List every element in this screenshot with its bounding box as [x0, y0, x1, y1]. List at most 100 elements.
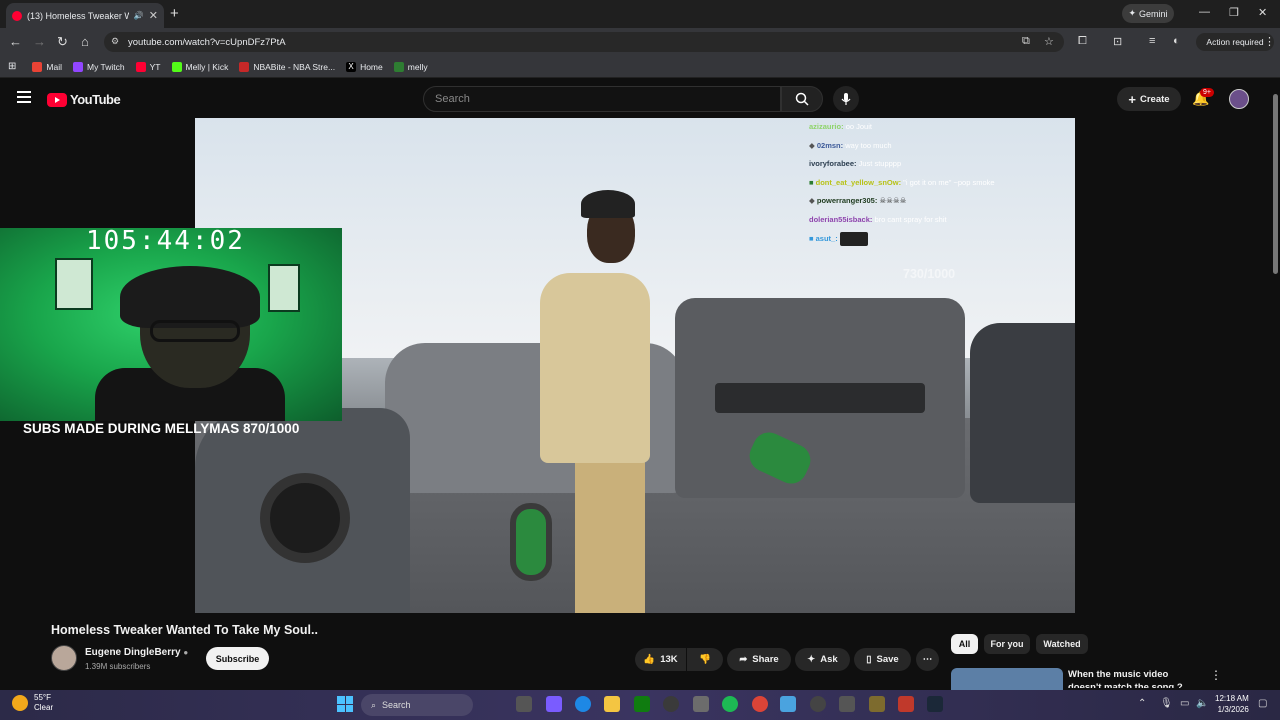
recommended-thumbnail[interactable]: [951, 668, 1063, 690]
chip-watched[interactable]: Watched: [1036, 634, 1088, 654]
channel-name[interactable]: Eugene DingleBerry ●: [85, 647, 188, 658]
network-icon[interactable]: ▭: [1180, 698, 1189, 709]
profile-icon[interactable]: ◐: [1173, 35, 1180, 47]
share-label: Share: [752, 654, 779, 665]
xbox-icon[interactable]: [634, 696, 650, 712]
youtube-logo[interactable]: YouTube: [47, 92, 121, 107]
weather-sun-icon: [12, 695, 28, 711]
app-icon-3[interactable]: [898, 696, 914, 712]
notification-center-icon[interactable]: ▢: [1258, 698, 1267, 709]
video-title: Homeless Tweaker Wanted To Take My Soul.…: [51, 623, 318, 637]
chat-line: ■ dont_eat_yellow_snOw: "i got it on me"…: [809, 177, 995, 187]
close-window-icon[interactable]: ✕: [1258, 6, 1267, 19]
gemini-button[interactable]: ✦ Gemini: [1122, 4, 1174, 23]
task-view-icon[interactable]: [516, 696, 532, 712]
reload-icon[interactable]: ↻: [57, 34, 68, 50]
chat-line: ◆ 02msn: way too much: [809, 140, 892, 150]
chat-line: ■ asut_:: [809, 230, 1074, 249]
photos-icon[interactable]: [780, 696, 796, 712]
extensions-icon[interactable]: ⧠: [1078, 35, 1087, 48]
edge-icon[interactable]: [575, 696, 591, 712]
audio-icon[interactable]: 🔊: [134, 11, 144, 20]
apps-icon[interactable]: ⊞: [8, 61, 16, 72]
dislike-button[interactable]: 👎: [687, 648, 723, 671]
address-bar[interactable]: youtube.com/watch?v=cUpnDFz7PtA: [104, 32, 1064, 52]
app-icon[interactable]: [839, 696, 855, 712]
microphone-tray-icon[interactable]: 🎙: [1160, 698, 1173, 709]
browser-tab-strip: [0, 0, 1280, 28]
guide-menu-icon[interactable]: [17, 91, 31, 103]
copilot-icon[interactable]: [546, 696, 562, 712]
video-person-body: [540, 273, 650, 463]
file-explorer-icon[interactable]: [604, 696, 620, 712]
action-required-button[interactable]: Action required: [1196, 33, 1274, 51]
account-avatar[interactable]: [1229, 89, 1249, 109]
weather-condition: Clear: [34, 703, 54, 712]
voice-search-button[interactable]: [833, 86, 859, 112]
bookmark-nbabite[interactable]: NBABite - NBA Stre...: [239, 61, 335, 72]
menu-kebab-icon[interactable]: ⋮: [1264, 35, 1275, 48]
share-button[interactable]: ➦ Share: [727, 648, 791, 671]
youtube-play-icon: [47, 92, 67, 107]
tray-overflow-icon[interactable]: ⌃: [1138, 698, 1146, 709]
taskbar-search[interactable]: ⌕ Search: [361, 694, 473, 716]
create-button[interactable]: + Create: [1117, 87, 1181, 111]
search-input[interactable]: Search: [423, 86, 781, 112]
back-icon[interactable]: ←: [9, 34, 22, 49]
bookmark-star-icon[interactable]: ☆: [1044, 35, 1054, 48]
bookmark-twitch[interactable]: My Twitch: [72, 61, 125, 72]
video-wheel: [260, 473, 350, 563]
bookmark-kick[interactable]: Melly | Kick: [171, 61, 228, 72]
site-info-icon[interactable]: ⚙: [111, 36, 119, 47]
chip-for-you[interactable]: For you: [984, 634, 1030, 654]
sparkle-icon: ✦: [807, 654, 816, 665]
home-icon[interactable]: ⌂: [81, 34, 89, 49]
more-actions-button[interactable]: ⋯: [916, 648, 939, 671]
start-windows-icon[interactable]: [337, 696, 353, 712]
like-button[interactable]: 👍 13K: [635, 648, 686, 671]
subscriber-count: 1.39M subscribers: [85, 662, 151, 671]
browser-tab[interactable]: (13) Homeless Tweaker Wa 🔊 ✕: [6, 3, 164, 28]
close-tab-icon[interactable]: ✕: [149, 9, 158, 22]
bookmark-x-home[interactable]: X Home: [346, 61, 383, 72]
weather-widget[interactable]: 55°F Clear: [12, 693, 53, 713]
tab-search-icon[interactable]: ⊡: [1113, 35, 1122, 48]
chip-all[interactable]: All: [951, 634, 978, 654]
spotify-icon[interactable]: [722, 696, 738, 712]
bookmark-yt[interactable]: YT: [135, 61, 161, 72]
minimize-icon[interactable]: —: [1199, 6, 1210, 18]
chat-line: azizaurio: oo Jouit: [809, 122, 872, 131]
obs-icon[interactable]: [663, 696, 679, 712]
maximize-icon[interactable]: ❐: [1229, 6, 1239, 19]
badge-icon: ■: [809, 233, 814, 243]
install-app-icon[interactable]: ⧉: [1022, 35, 1030, 48]
cam-poster: [268, 264, 300, 312]
channel-avatar[interactable]: [51, 645, 77, 671]
tab-title: (13) Homeless Tweaker Wa: [27, 10, 129, 21]
ask-button[interactable]: ✦ Ask: [795, 648, 850, 671]
twitch-icon: [72, 61, 83, 72]
chrome-icon[interactable]: [752, 696, 768, 712]
scrollbar-thumb[interactable]: [1273, 94, 1278, 274]
app-icon-2[interactable]: [869, 696, 885, 712]
forward-icon[interactable]: →: [33, 34, 46, 49]
steam-icon[interactable]: [927, 696, 943, 712]
volume-icon[interactable]: 🔈: [1196, 698, 1208, 709]
save-button[interactable]: ▯ Save: [854, 648, 911, 671]
recommended-title[interactable]: When the music video doesn't match the s…: [1068, 668, 1198, 688]
recommended-more-icon[interactable]: ⋮: [1210, 668, 1222, 682]
store-icon[interactable]: [693, 696, 709, 712]
video-truck-grill: [715, 383, 925, 413]
mail-icon: [32, 61, 43, 72]
media-player-icon[interactable]: [810, 696, 826, 712]
subscribe-button[interactable]: Subscribe: [206, 647, 269, 670]
search-button[interactable]: [781, 86, 823, 112]
bookmark-melly[interactable]: melly: [393, 61, 428, 72]
system-clock[interactable]: 12:18 AM 1/3/2026: [1215, 693, 1249, 715]
new-tab-button[interactable]: +: [170, 5, 179, 22]
taskbar-search-label: Search: [382, 700, 411, 710]
webcam-overlay: [0, 228, 342, 421]
subs-goal-text: SUBS MADE DURING MELLYMAS 870/1000: [23, 421, 300, 436]
bookmark-mail[interactable]: Mail: [32, 61, 62, 72]
reading-list-icon[interactable]: ≡: [1149, 35, 1155, 47]
